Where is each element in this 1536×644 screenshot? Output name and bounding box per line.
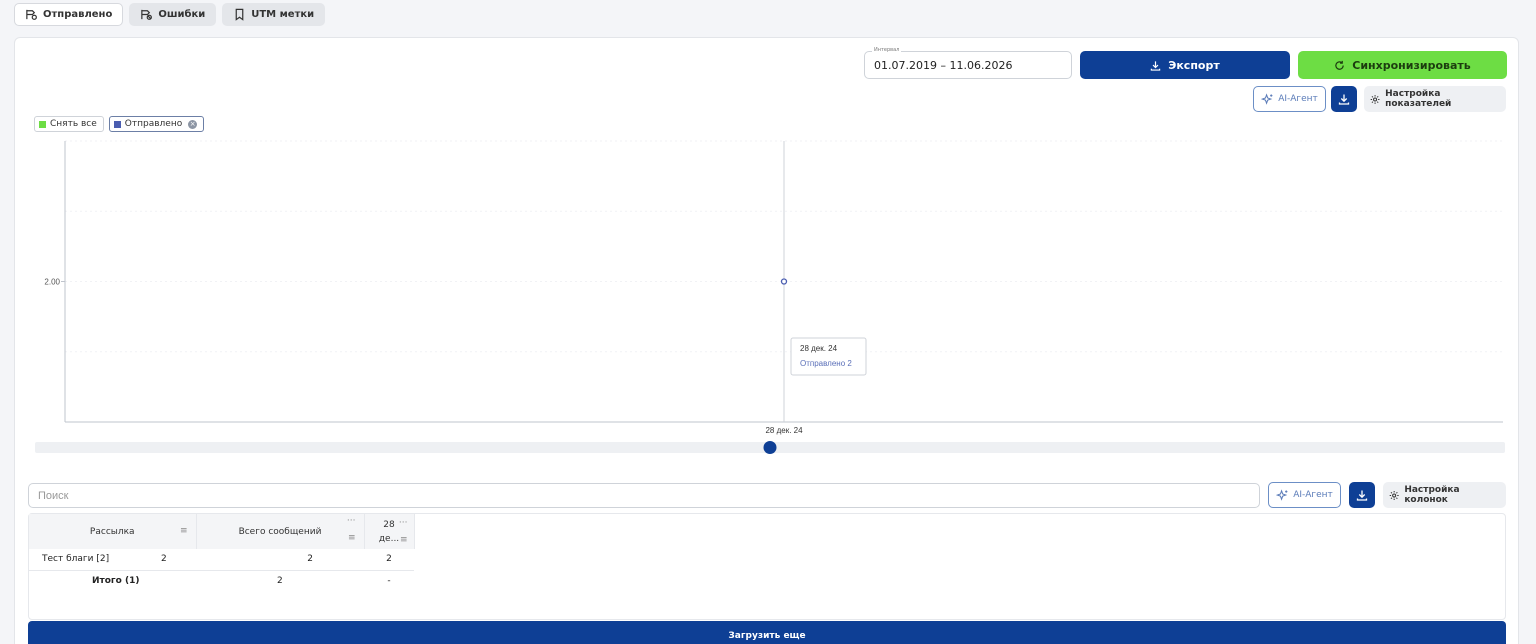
tooltip-value: 2	[847, 359, 852, 368]
data-point[interactable]	[780, 278, 788, 285]
columns-settings-button[interactable]: Настройка колонок	[1383, 482, 1506, 508]
clear-all-swatch	[39, 120, 46, 128]
column-header-label: Всего сообщений	[238, 526, 322, 537]
interval-value: 01.07.2019 – 11.06.2026	[874, 59, 1013, 72]
sync-label: Синхронизировать	[1352, 58, 1471, 72]
table-header-row: Рассылка ≡ Всего сообщений ··· ≡ 28 де..…	[29, 514, 415, 549]
export-label: Экспорт	[1168, 58, 1220, 72]
gear-icon	[1370, 94, 1380, 104]
refresh-icon	[1335, 60, 1345, 70]
cell-date: 2	[386, 554, 392, 565]
tab-errors-label: Ошибки	[158, 9, 206, 20]
column-header-mailing[interactable]: Рассылка ≡	[29, 514, 197, 549]
column-menu-icon[interactable]: ≡	[180, 526, 188, 536]
metrics-settings-label: Настройка показателей	[1385, 89, 1452, 109]
sparkle-icon	[1276, 488, 1288, 501]
total-label: Итого (1)	[92, 575, 140, 586]
mailing-name: Тест благи [2]	[42, 554, 110, 565]
tooltip-title: 28 дек. 24	[800, 344, 838, 353]
search-input[interactable]	[28, 483, 1260, 508]
total-date-value: -	[387, 575, 391, 586]
gear-icon	[1389, 490, 1399, 500]
column-more-icon[interactable]: ···	[347, 516, 356, 526]
remove-series-icon[interactable]: ×	[188, 119, 198, 129]
column-more-icon[interactable]: ···	[399, 516, 408, 530]
sync-button[interactable]: Синхронизировать	[1298, 51, 1507, 79]
data-table: Рассылка ≡ Всего сообщений ··· ≡ 28 де..…	[28, 513, 1506, 620]
sparkle-icon	[1261, 92, 1273, 105]
column-header-date[interactable]: 28 де... ··· ≡	[364, 514, 415, 549]
series-chip-sent[interactable]: Отправлено ×	[108, 116, 205, 132]
series-chip-label: Отправлено	[124, 119, 183, 129]
report-panel: Интервал 01.07.2019 – 11.06.2026 Экспорт…	[14, 37, 1519, 644]
table-ai-agent-button[interactable]: AI-Агент	[1268, 482, 1341, 508]
metrics-settings-button[interactable]: Настройка показателей	[1364, 86, 1506, 112]
errors-icon	[141, 9, 153, 20]
tooltip-series-line: Отправлено 2	[800, 359, 852, 368]
chart-ai-agent-button[interactable]: AI-Агент	[1253, 86, 1326, 112]
sent-icon	[26, 9, 37, 20]
tab-sent[interactable]: Отправлено	[14, 3, 124, 26]
load-more-button[interactable]: Загрузить еще	[28, 621, 1506, 644]
tab-sent-label: Отправлено	[43, 9, 113, 20]
bookmark-icon	[235, 8, 244, 21]
range-slider-handle[interactable]	[763, 441, 777, 454]
columns-settings-label: Настройка колонок	[1404, 485, 1460, 505]
clear-all-label: Снять все	[50, 119, 97, 129]
tooltip-series-name: Отправлено	[800, 359, 846, 368]
table-download-button[interactable]	[1349, 482, 1375, 508]
interval-field[interactable]: Интервал 01.07.2019 – 11.06.2026	[864, 47, 1072, 79]
column-menu-icon[interactable]: ≡	[348, 533, 356, 543]
cell-mailing-name: Тест благи [2] 2	[29, 549, 196, 570]
chart-tooltip: 28 дек. 24 Отправлено 2	[790, 337, 867, 376]
interval-label: Интервал	[872, 47, 902, 53]
chart-download-button[interactable]	[1331, 86, 1357, 112]
y-tick-label: 2.00	[44, 278, 60, 287]
column-menu-icon[interactable]: ≡	[400, 533, 408, 547]
x-tick-label: 28 дек. 24	[765, 426, 803, 435]
mailing-count: 2	[161, 554, 167, 564]
table-row[interactable]: Тест благи [2] 2 2 2	[29, 549, 414, 570]
table-total-row: Итого (1) 2 -	[29, 570, 414, 591]
sent-line-chart: 2.00 28 дек. 24 28 дек. 24 Отправлено 2	[35, 140, 1505, 454]
report-tabs: Отправлено Ошибки UTM метки	[14, 3, 326, 26]
total-value: 2	[277, 575, 283, 586]
download-icon	[1151, 60, 1161, 71]
cell-total: 2	[307, 554, 313, 565]
download-icon	[1338, 94, 1350, 105]
clear-all-chip[interactable]: Снять все	[34, 116, 104, 132]
series-swatch	[113, 120, 121, 128]
tab-errors[interactable]: Ошибки	[129, 3, 217, 26]
chart-ai-agent-label: AI-Агент	[1278, 94, 1318, 104]
tab-utm[interactable]: UTM метки	[222, 3, 326, 26]
chart-legend: Снять все Отправлено ×	[34, 116, 205, 132]
column-header-total[interactable]: Всего сообщений ··· ≡	[196, 514, 365, 549]
column-header-label: Рассылка	[89, 526, 135, 537]
download-icon	[1356, 490, 1368, 501]
tab-utm-label: UTM метки	[251, 9, 315, 20]
export-button[interactable]: Экспорт	[1080, 51, 1290, 79]
table-ai-agent-label: AI-Агент	[1293, 490, 1333, 500]
